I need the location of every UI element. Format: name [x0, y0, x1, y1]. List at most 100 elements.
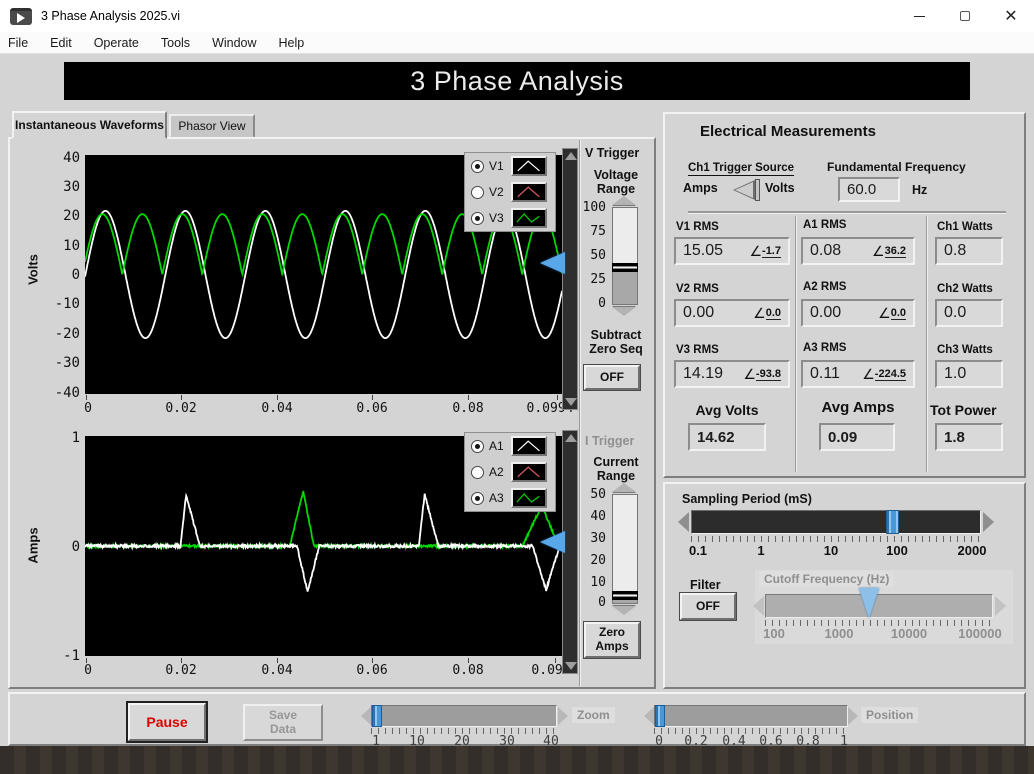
menu-window[interactable]: Window — [212, 36, 256, 50]
desktop-background — [0, 746, 1034, 774]
tot-power-box: 1.8 — [935, 423, 1003, 451]
cutoff-frequency-slider[interactable] — [765, 594, 993, 618]
volts-xtick-mark — [181, 395, 182, 400]
current-range-tick: 40 — [590, 509, 606, 524]
sampling-period-handle[interactable] — [886, 510, 899, 534]
scroll-up-icon[interactable] — [565, 434, 577, 442]
cutoff-increment-icon[interactable] — [995, 596, 1006, 616]
v2-rms-label: V2 RMS — [676, 283, 719, 295]
v-trigger-level-pointer[interactable] — [540, 252, 565, 274]
zoom-handle[interactable] — [372, 705, 382, 727]
volts-legend: V1 V2 V3 — [464, 152, 556, 232]
volts-axis-label: Volts — [25, 254, 41, 285]
sampling-decrement-icon[interactable] — [678, 512, 689, 532]
a2-radio[interactable] — [471, 465, 484, 479]
current-range-handle[interactable] — [612, 591, 638, 600]
tot-power-label: Tot Power — [930, 402, 997, 418]
tab-instantaneous-waveforms[interactable]: Instantaneous Waveforms — [12, 111, 167, 139]
v1-rms-angle: ∠ -1.7 — [749, 242, 781, 259]
v3-plot-style-icon[interactable] — [511, 208, 547, 228]
scroll-down-icon[interactable] — [565, 662, 577, 670]
trigger-source-volts-label: Volts — [765, 181, 795, 195]
filter-label: Filter — [690, 578, 721, 592]
menu-edit[interactable]: Edit — [50, 36, 72, 50]
cutoff-frequency-label: Cutoff Frequency (Hz) — [759, 571, 895, 587]
fundamental-frequency-box[interactable]: 60.0 — [838, 177, 900, 202]
i-trigger-level-pointer[interactable] — [540, 531, 565, 553]
menu-tools[interactable]: Tools — [161, 36, 190, 50]
a3-plot-style-icon[interactable] — [511, 488, 547, 508]
legend-row-v2: V2 — [465, 179, 555, 205]
v3-radio[interactable] — [471, 211, 484, 225]
sampling-increment-icon[interactable] — [983, 512, 994, 532]
minimize-button[interactable] — [896, 0, 942, 32]
maximize-button[interactable] — [942, 0, 988, 32]
menu-file[interactable]: File — [8, 36, 28, 50]
current-range-decrement-icon[interactable] — [612, 606, 636, 615]
v1-rms-box: 15.05 ∠ -1.7 — [674, 237, 790, 265]
v2-plot-style-icon[interactable] — [511, 182, 547, 202]
pause-button[interactable]: Pause — [128, 703, 206, 741]
legend-row-v1: V1 — [465, 153, 555, 179]
v3-rms-label: V3 RMS — [676, 344, 719, 356]
sampling-period-slider[interactable] — [691, 510, 981, 534]
v2-radio[interactable] — [471, 185, 484, 199]
trigger-source-toggle[interactable] — [733, 179, 763, 201]
a1-plot-style-icon[interactable] — [511, 436, 547, 456]
menu-help[interactable]: Help — [279, 36, 305, 50]
subtract-zero-seq-button[interactable]: OFF — [584, 365, 640, 390]
a3-radio[interactable] — [471, 491, 484, 505]
current-range-tick: 30 — [590, 531, 606, 546]
position-slider[interactable] — [654, 705, 848, 727]
column-divider — [795, 216, 796, 472]
v-trigger-title: V Trigger — [585, 146, 640, 160]
amps-xtick: 0 — [84, 663, 92, 678]
volts-ytick: 30 — [63, 179, 80, 195]
position-increment-icon[interactable] — [848, 707, 858, 725]
cutoff-decrement-icon[interactable] — [753, 596, 764, 616]
v1-radio[interactable] — [471, 159, 484, 173]
avg-amps-label: Avg Amps — [821, 399, 895, 416]
close-icon: ✕ — [1004, 8, 1018, 25]
cutoff-scale-tick: 10000 — [890, 626, 928, 641]
close-button[interactable]: ✕ — [988, 0, 1034, 32]
save-data-button[interactable]: Save Data — [243, 704, 323, 741]
zero-amps-button[interactable]: Zero Amps — [584, 622, 640, 658]
scroll-up-icon[interactable] — [565, 152, 577, 160]
tab-phasor-view[interactable]: Phasor View — [169, 114, 255, 138]
v1-plot-style-icon[interactable] — [511, 156, 547, 176]
volts-ytick: 40 — [63, 150, 80, 166]
position-decrement-icon[interactable] — [644, 707, 654, 725]
current-range-slider[interactable] — [612, 494, 638, 604]
legend-label: V3 — [489, 211, 504, 225]
measurements-title: Electrical Measurements — [700, 123, 876, 140]
position-handle[interactable] — [655, 705, 665, 727]
voltage-range-tick: 25 — [590, 272, 606, 287]
a1-radio[interactable] — [471, 439, 484, 453]
amps-xtick: 0.02 — [165, 663, 197, 678]
voltage-range-slider[interactable] — [612, 207, 638, 305]
voltage-range-handle[interactable] — [612, 263, 638, 272]
sampling-scale-ticks — [691, 536, 981, 542]
zoom-increment-icon[interactable] — [558, 707, 568, 725]
hz-unit-label: Hz — [912, 183, 928, 197]
window-title: 3 Phase Analysis 2025.vi — [41, 9, 180, 23]
menu-operate[interactable]: Operate — [94, 36, 139, 50]
current-range-increment-icon[interactable] — [612, 483, 636, 492]
volts-chart-scrollbar[interactable] — [562, 148, 578, 410]
cutoff-frequency-pointer[interactable] — [859, 588, 879, 618]
volts-xtick: 0.02 — [165, 401, 197, 416]
volts-xtick: 0.06 — [356, 401, 388, 416]
sampling-scale-tick: 1 — [757, 543, 765, 558]
a2-plot-style-icon[interactable] — [511, 462, 547, 482]
banner: 3 Phase Analysis — [64, 62, 970, 100]
zoom-slider[interactable] — [371, 705, 557, 727]
filter-off-button[interactable]: OFF — [680, 593, 736, 620]
voltage-range-decrement-icon[interactable] — [612, 307, 636, 316]
zoom-decrement-icon[interactable] — [361, 707, 371, 725]
v2-rms-angle: ∠ 0.0 — [753, 304, 781, 321]
voltage-range-increment-icon[interactable] — [612, 196, 636, 205]
scroll-down-icon[interactable] — [565, 398, 577, 406]
menu-bar: File Edit Operate Tools Window Help — [0, 32, 1034, 54]
amps-ytick: 1 — [71, 430, 80, 446]
